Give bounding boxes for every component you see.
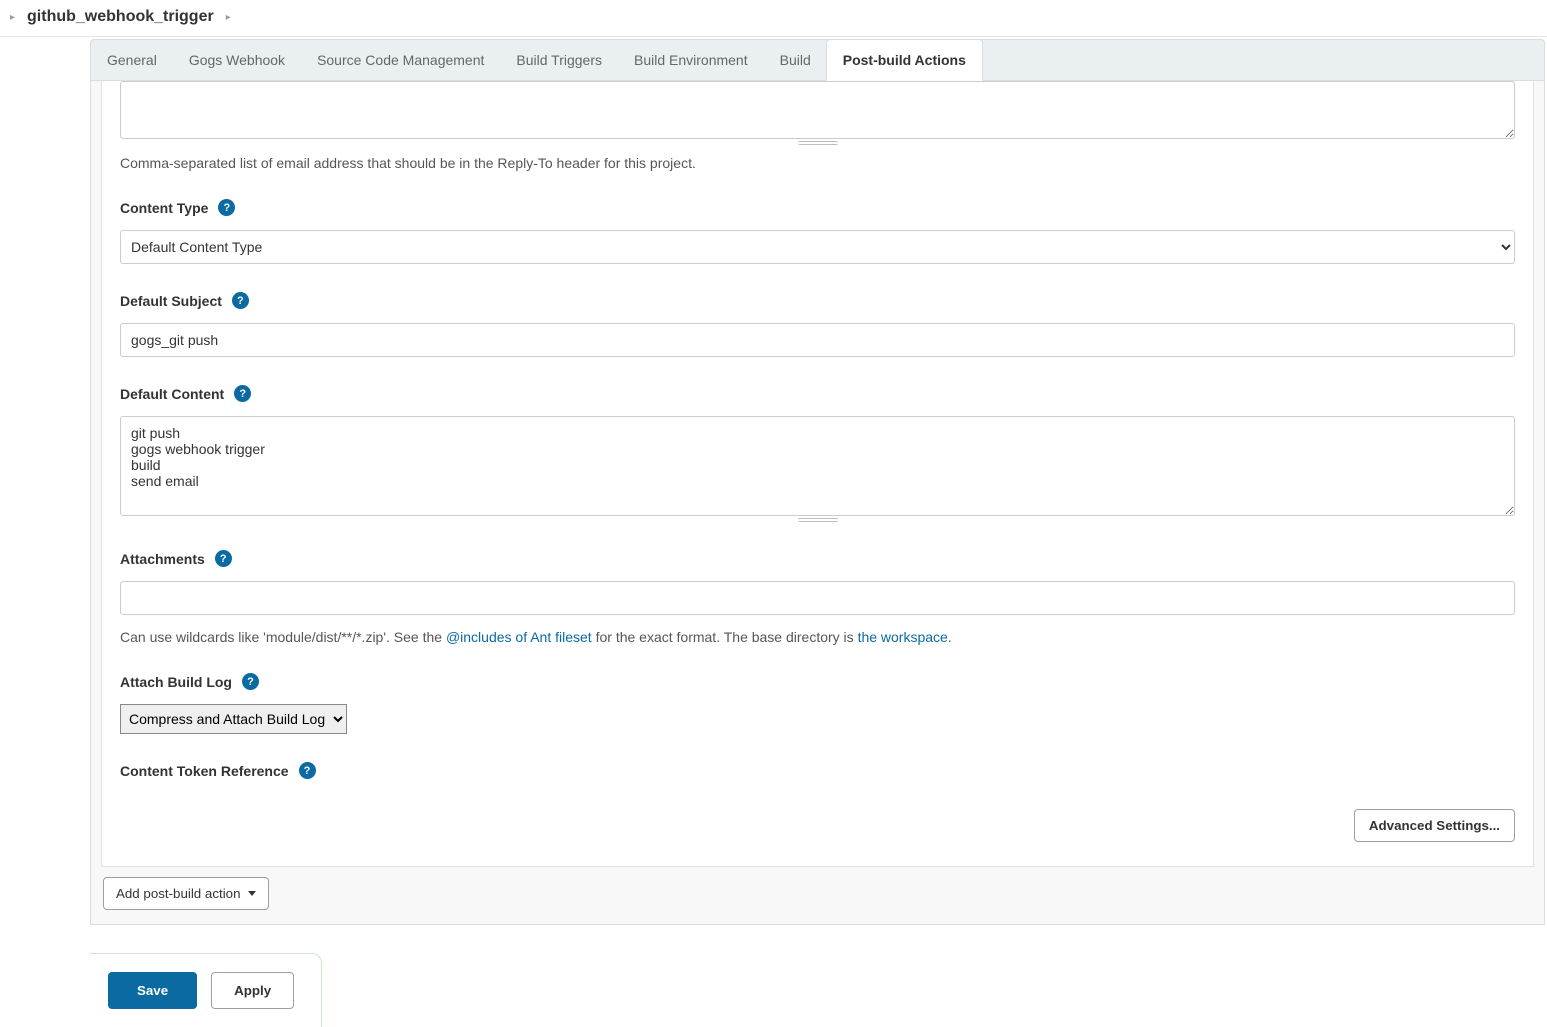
attachments-help-text: Can use wildcards like 'module/dist/**/*… <box>120 629 1515 645</box>
label-text: Default Subject <box>120 293 222 309</box>
help-icon[interactable]: ? <box>299 762 316 779</box>
help-icon[interactable]: ? <box>234 385 251 402</box>
chevron-right-icon: ▸ <box>226 12 231 23</box>
label-text: Content Type <box>120 200 208 216</box>
label-text: Default Content <box>120 386 224 402</box>
ant-fileset-link[interactable]: @includes of Ant fileset <box>446 629 592 645</box>
content-type-label: Content Type ? <box>120 199 1515 216</box>
tab-build-triggers[interactable]: Build Triggers <box>500 40 618 80</box>
help-icon[interactable]: ? <box>218 199 235 216</box>
add-post-build-action-button[interactable]: Add post-build action <box>103 877 269 910</box>
label-text: Attachments <box>120 551 205 567</box>
footer-actions: Save Apply <box>90 953 322 1027</box>
tab-build[interactable]: Build <box>764 40 827 80</box>
default-content-label: Default Content ? <box>120 385 1515 402</box>
tab-gogs-webhook[interactable]: Gogs Webhook <box>173 40 301 80</box>
help-text-part: for the exact format. The base directory… <box>592 629 858 645</box>
tab-build-environment[interactable]: Build Environment <box>618 40 764 80</box>
button-label: Add post-build action <box>116 886 240 901</box>
default-subject-label: Default Subject ? <box>120 292 1515 309</box>
attach-build-log-select[interactable]: Compress and Attach Build Log <box>120 704 347 734</box>
label-text: Content Token Reference <box>120 763 289 779</box>
default-subject-input[interactable] <box>120 323 1515 357</box>
content-type-select[interactable]: Default Content Type <box>120 230 1515 264</box>
chevron-right-icon: ▸ <box>10 12 15 23</box>
breadcrumb-job-name[interactable]: github_webhook_trigger <box>27 8 214 26</box>
help-text-part: . <box>948 629 952 645</box>
attach-build-log-label: Attach Build Log ? <box>120 673 1515 690</box>
post-build-section: Comma-separated list of email address th… <box>101 81 1534 867</box>
tab-post-build-actions[interactable]: Post-build Actions <box>826 39 983 81</box>
default-content-textarea[interactable]: git push gogs webhook trigger build send… <box>120 416 1515 516</box>
resize-handle-icon[interactable] <box>798 141 838 145</box>
save-button[interactable]: Save <box>108 972 197 1009</box>
attachments-label: Attachments ? <box>120 550 1515 567</box>
help-icon[interactable]: ? <box>215 550 232 567</box>
tab-general[interactable]: General <box>91 40 173 80</box>
reply-to-textarea[interactable] <box>120 81 1515 139</box>
label-text: Attach Build Log <box>120 674 232 690</box>
config-pane: Comma-separated list of email address th… <box>90 81 1545 925</box>
breadcrumb: ▸ github_webhook_trigger ▸ <box>0 0 1547 37</box>
tab-scm[interactable]: Source Code Management <box>301 40 500 80</box>
config-tabs: General Gogs Webhook Source Code Managem… <box>90 39 1545 81</box>
help-text-part: Can use wildcards like 'module/dist/**/*… <box>120 629 446 645</box>
apply-button[interactable]: Apply <box>211 972 294 1009</box>
help-icon[interactable]: ? <box>232 292 249 309</box>
help-icon[interactable]: ? <box>242 673 259 690</box>
reply-to-help-text: Comma-separated list of email address th… <box>120 155 1515 171</box>
workspace-link[interactable]: the workspace <box>858 629 948 645</box>
content-token-reference-label: Content Token Reference ? <box>120 762 1515 779</box>
caret-down-icon <box>248 891 256 896</box>
advanced-settings-button[interactable]: Advanced Settings... <box>1354 809 1515 842</box>
attachments-input[interactable] <box>120 581 1515 615</box>
resize-handle-icon[interactable] <box>798 518 838 522</box>
